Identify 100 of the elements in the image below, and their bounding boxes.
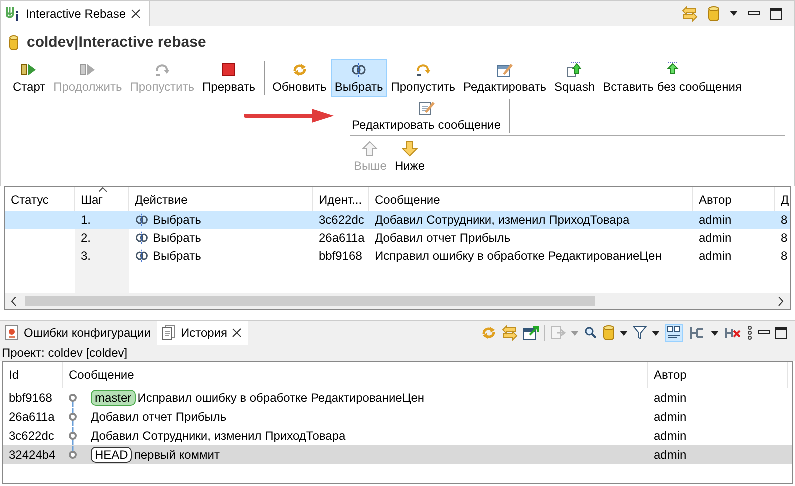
column-header[interactable]: Автор xyxy=(648,362,788,388)
close-icon[interactable] xyxy=(232,328,242,338)
table-row[interactable]: 3. Выбрать bbf9168 Исправил ошибку в обработке РедактированиеЦен admin 8 xyxy=(5,247,790,265)
window-arrow-icon[interactable] xyxy=(523,325,539,341)
table-cell: Выбрать xyxy=(153,231,202,245)
down-arrow-icon xyxy=(402,141,418,157)
table-cell: 8 xyxy=(781,249,788,263)
branches-x-icon[interactable] xyxy=(724,325,742,341)
toolbar-button[interactable]: Вставить без сообщения xyxy=(599,59,746,97)
column-header[interactable]: Id xyxy=(3,362,63,388)
table-cell: 2. xyxy=(81,231,92,245)
commit-author: admin xyxy=(654,448,687,462)
maximize-icon[interactable] xyxy=(775,327,787,339)
branches-icon[interactable] xyxy=(688,325,706,341)
document-arrow-icon xyxy=(566,62,583,78)
dropdown-icon[interactable] xyxy=(620,330,628,336)
commit-author: admin xyxy=(654,390,687,404)
toolbar-button[interactable]: Редактировать xyxy=(460,59,550,97)
document-pencil-icon xyxy=(418,100,434,116)
swap-arrows-icon[interactable] xyxy=(682,6,698,22)
commit-message: Добавил Сотрудники, изменил ПриходТовара xyxy=(91,428,346,442)
refresh-icon xyxy=(292,62,308,78)
cylinder-icon[interactable] xyxy=(708,6,720,22)
chain-icon xyxy=(135,249,149,263)
play-icon xyxy=(21,62,38,78)
stop-icon xyxy=(221,62,238,78)
table-cell: Выбрать xyxy=(153,249,202,263)
table-cell: 26a611a xyxy=(319,231,365,245)
toolbar-button[interactable]: Squash xyxy=(550,59,600,97)
table-cell: admin xyxy=(699,249,732,263)
tab-title: Interactive Rebase xyxy=(26,6,126,20)
editor-tab[interactable]: Interactive Rebase xyxy=(1,1,150,26)
cylinder-icon xyxy=(9,34,19,50)
more-icon[interactable] xyxy=(747,325,753,341)
play-icon xyxy=(80,62,96,78)
commit-message: Добавил отчет Прибыль xyxy=(91,410,227,424)
history-row[interactable]: 3c622dc Добавил Сотрудники, изменил ПриходТовара admin xyxy=(3,426,792,445)
curved-arrow-icon xyxy=(154,62,170,78)
toolbar-button[interactable]: Пропустить xyxy=(387,59,460,97)
table-cell: 3. xyxy=(81,249,92,263)
toolbar-button[interactable]: Прервать xyxy=(198,59,260,97)
toolbar-button[interactable]: Выбрать xyxy=(330,59,388,97)
table-cell: Добавил Сотрудники, изменил ПриходТовара xyxy=(375,213,630,227)
table-cell: 8 xyxy=(781,213,788,227)
chain-icon xyxy=(351,62,368,78)
cylinder-icon[interactable] xyxy=(603,325,615,341)
table-cell: 8 xyxy=(781,231,788,245)
table-row[interactable]: 2. Выбрать 26a611a Добавил отчет Прибыль admin 8 xyxy=(5,229,790,247)
filter-icon[interactable] xyxy=(633,325,647,341)
history-row[interactable]: 26a611a Добавил отчет Прибыль admin xyxy=(3,407,792,426)
ref-badge: HEAD xyxy=(91,446,132,462)
minimize-icon[interactable] xyxy=(758,330,770,336)
maximize-icon[interactable] xyxy=(770,8,782,20)
scroll-thumb[interactable] xyxy=(25,296,595,306)
commit-author: admin xyxy=(654,428,687,442)
editor-title: coldev|Interactive rebase xyxy=(27,34,206,51)
toolbar-button[interactable]: Редактировать сообщение xyxy=(348,97,505,135)
warning-document-icon xyxy=(4,325,20,341)
commit-id: 32424b4 xyxy=(9,448,56,462)
commit-message: первый коммит xyxy=(134,448,220,462)
table-cell: Выбрать xyxy=(153,213,202,227)
commit-id: 3c622dc xyxy=(9,428,54,442)
toolbar-button[interactable]: Ниже xyxy=(390,138,430,176)
table-cell: bbf9168 xyxy=(319,249,362,263)
commit-author: admin xyxy=(654,410,687,424)
document-icon xyxy=(160,325,177,341)
close-icon[interactable] xyxy=(131,8,142,18)
table-cell: 3c622dc xyxy=(319,213,364,227)
sort-caret-icon xyxy=(99,187,107,192)
table-cell: admin xyxy=(699,213,732,227)
toolbar-button[interactable]: Старт xyxy=(9,59,50,97)
toolbar-button[interactable]: Обновить xyxy=(268,59,331,97)
rebase-icon xyxy=(5,6,21,22)
chain-icon xyxy=(135,231,149,245)
table-cell: admin xyxy=(699,231,732,245)
commit-message: Исправил ошибку в обработке РедактированиеЦен xyxy=(138,390,425,404)
dropdown-icon[interactable] xyxy=(652,330,660,336)
view-tab[interactable]: Ошибки конфигурации xyxy=(0,321,157,345)
view-tab[interactable]: История xyxy=(156,321,248,345)
table-cell: Добавил отчет Прибыль xyxy=(375,231,511,245)
horizontal-scrollbar[interactable] xyxy=(5,293,790,309)
chain-icon xyxy=(135,213,149,227)
history-row[interactable]: 32424b4 HEAD первый коммит admin xyxy=(3,445,792,464)
minimize-icon[interactable] xyxy=(748,10,760,16)
column-header[interactable]: Сообщение xyxy=(63,362,648,388)
table-row[interactable]: 1. Выбрать 3c622dc Добавил Сотрудники, изменил ПриходТовара admin 8 xyxy=(5,211,790,229)
history-row[interactable]: bbf9168 master Исправил ошибку в обработке РедактированиеЦен admin xyxy=(3,388,792,407)
up-arrow-icon xyxy=(362,141,378,157)
dropdown-icon[interactable] xyxy=(711,330,719,336)
swap-arrows-icon[interactable] xyxy=(502,325,518,341)
dropdown-icon[interactable] xyxy=(730,11,738,16)
commit-id: bbf9168 xyxy=(9,390,52,404)
commit-id: 26a611a xyxy=(9,410,55,424)
window-pencil-icon xyxy=(497,62,513,78)
curved-arrow-icon xyxy=(415,62,432,78)
ref-badge: master xyxy=(91,390,136,406)
search-icon[interactable] xyxy=(584,326,598,340)
table-cell: Исправил ошибку в обработке РедактированиеЦен xyxy=(375,249,662,263)
layout-icon[interactable] xyxy=(665,324,683,342)
project-label: Проект: coldev [coldev] xyxy=(0,345,795,361)
